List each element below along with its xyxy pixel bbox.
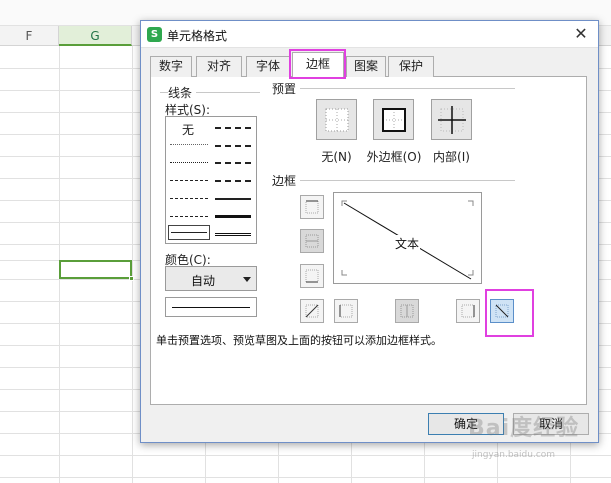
tab-pattern[interactable]: 图案 <box>346 56 386 77</box>
line-style-medium-dash-dot-dot[interactable] <box>215 127 251 129</box>
line-style-thick[interactable] <box>215 215 251 218</box>
chevron-down-icon <box>243 277 251 282</box>
bottom-border-icon <box>305 269 319 283</box>
middle-horizontal-border-button[interactable] <box>300 229 324 253</box>
line-style-dotted[interactable] <box>170 162 208 163</box>
preset-inner-label: 内部(I) <box>433 150 470 164</box>
preset-group-title: 预置 <box>272 80 301 97</box>
line-style-double[interactable] <box>215 233 251 236</box>
line-style-dash-dot-dot[interactable] <box>170 180 208 181</box>
border-group-separator <box>300 180 515 181</box>
middle-vertical-border-button[interactable] <box>395 299 419 323</box>
preset-none-button[interactable] <box>316 99 357 140</box>
tab-alignment[interactable]: 对齐 <box>196 56 242 77</box>
watermark-url: jingyan.baidu.com <box>472 450 556 460</box>
preset-outer-button[interactable] <box>373 99 414 140</box>
middle-horizontal-border-icon <box>305 234 319 248</box>
top-border-icon <box>305 200 319 214</box>
bottom-border-button[interactable] <box>300 264 324 288</box>
preset-inner-button[interactable] <box>431 99 472 140</box>
diagonal-up-border-button[interactable] <box>300 299 324 323</box>
outer-border-icon <box>382 108 406 132</box>
no-border-icon <box>325 108 349 132</box>
line-style-selected-box <box>168 225 210 240</box>
line-group-title: 线条 <box>168 84 197 101</box>
line-style-medium-dashed[interactable] <box>215 180 251 182</box>
middle-vertical-border-icon <box>400 304 414 318</box>
line-style-dash-dot[interactable] <box>170 198 208 199</box>
color-dropdown[interactable]: 自动 <box>165 266 257 291</box>
top-border-button[interactable] <box>300 195 324 219</box>
line-style-hair[interactable] <box>170 144 208 145</box>
tab-number[interactable]: 数字 <box>150 56 192 77</box>
line-style-dashed[interactable] <box>170 216 208 217</box>
left-border-icon <box>339 304 353 318</box>
line-color-preview <box>165 297 257 317</box>
diagonal-up-border-icon <box>305 304 319 318</box>
line-style-none[interactable]: 无 <box>176 121 200 138</box>
preset-none-label: 无(N) <box>321 150 352 164</box>
tab-protection[interactable]: 保护 <box>388 56 434 77</box>
left-border-button[interactable] <box>334 299 358 323</box>
color-dropdown-value: 自动 <box>190 274 215 288</box>
line-style-medium[interactable] <box>215 198 251 200</box>
diagonal-down-border-button[interactable] <box>490 299 514 323</box>
right-border-button[interactable] <box>456 299 480 323</box>
right-border-icon <box>461 304 475 318</box>
tab-border[interactable]: 边框 <box>292 52 344 77</box>
border-group-title: 边框 <box>272 172 301 189</box>
border-hint-text: 单击预置选项、预览草图及上面的按钮可以添加边框样式。 <box>156 334 442 347</box>
line-style-medium-dash-dot[interactable] <box>215 162 251 164</box>
watermark-logo: Bai度经验 <box>468 416 580 441</box>
preset-outer-label: 外边框(O) <box>366 150 422 164</box>
diagonal-down-border-icon <box>495 304 509 318</box>
preset-group-separator <box>300 88 515 89</box>
tab-font[interactable]: 字体 <box>246 56 290 77</box>
preview-sample-text: 文本 <box>394 235 421 252</box>
line-style-slant-dash-dot[interactable] <box>215 145 251 147</box>
inner-border-icon <box>438 106 466 134</box>
